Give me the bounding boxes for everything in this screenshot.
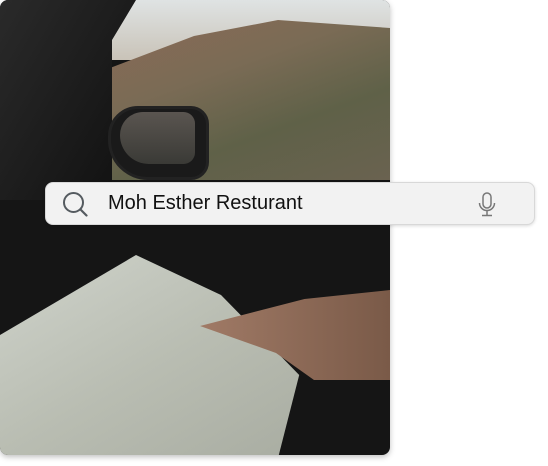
- photo-mirror-glass: [120, 112, 195, 164]
- background-photo: [0, 0, 390, 455]
- search-bar[interactable]: Moh Esther Resturant: [45, 182, 535, 225]
- microphone-icon[interactable]: [477, 192, 497, 218]
- search-icon[interactable]: [62, 191, 88, 217]
- search-input[interactable]: Moh Esther Resturant: [108, 192, 303, 215]
